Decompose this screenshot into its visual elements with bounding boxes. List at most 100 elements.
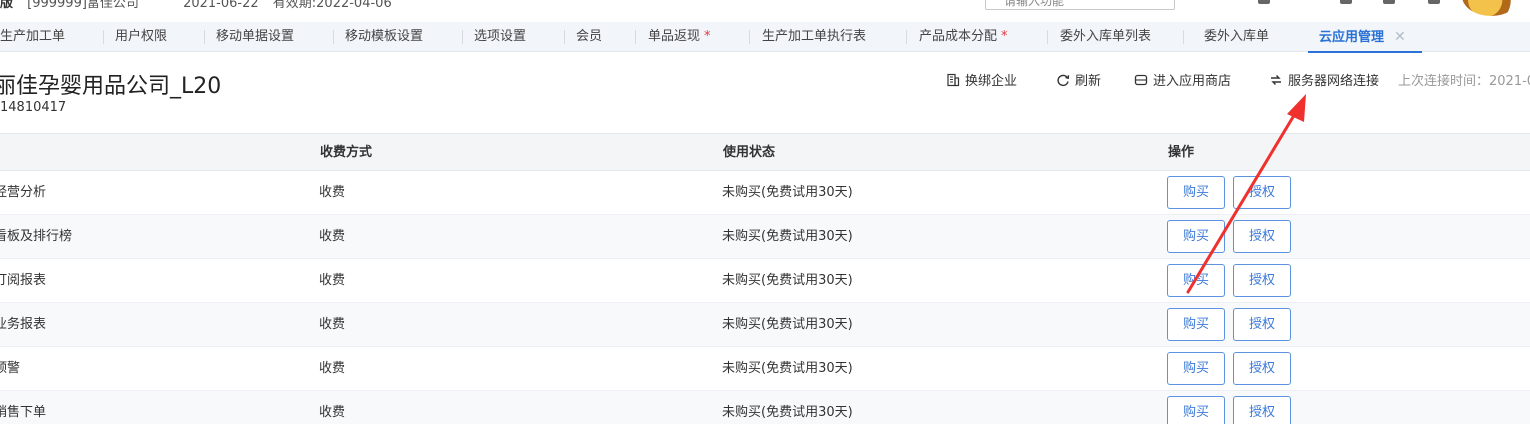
tab-cloud-app-management[interactable]: 云应用管理 ✕ bbox=[1308, 22, 1422, 53]
app-name: 预警 bbox=[0, 361, 21, 376]
tab-label: 云应用管理 bbox=[1319, 30, 1385, 45]
settings-icon[interactable] bbox=[1383, 0, 1395, 4]
app-store-label: 进入应用商店 bbox=[1153, 74, 1232, 89]
tab-label: 委外入库单 bbox=[1204, 29, 1270, 44]
fee-type: 收费 bbox=[319, 317, 346, 332]
tab-label: 会员 bbox=[576, 29, 603, 44]
top-header-strip: 版 [999999]富佳公司 2021-06-22 有效期:2022-04-06… bbox=[0, 0, 1530, 16]
store-icon bbox=[1134, 74, 1148, 85]
tab-label: 产品成本分配 bbox=[919, 29, 998, 44]
tab-separator bbox=[564, 30, 565, 44]
tab-label: 委外入库单列表 bbox=[1060, 29, 1152, 44]
last-connection-time: 上次连接时间：2021-0 bbox=[1398, 74, 1530, 89]
tab-separator bbox=[1183, 30, 1184, 44]
fee-type: 收费 bbox=[319, 273, 346, 288]
message-icon[interactable] bbox=[1340, 0, 1352, 4]
authorize-button[interactable]: 授权 bbox=[1233, 396, 1291, 424]
company-breadcrumb: [999999]富佳公司 bbox=[27, 0, 139, 11]
tab-item-cashback[interactable]: 单品返现 * bbox=[648, 22, 750, 52]
tab-production-order[interactable]: 生产加工单 bbox=[0, 22, 104, 52]
notification-icon[interactable] bbox=[1428, 0, 1440, 4]
tab-separator bbox=[333, 30, 334, 44]
fee-type: 收费 bbox=[319, 229, 346, 244]
authorize-button[interactable]: 授权 bbox=[1233, 352, 1291, 385]
tab-member[interactable]: 会员 bbox=[576, 22, 636, 52]
page-title: 丽佳孕婴用品公司_L20 bbox=[0, 74, 222, 99]
fee-type: 收费 bbox=[319, 361, 346, 376]
refresh-button[interactable]: 刷新 bbox=[1056, 70, 1101, 89]
table-row: 订阅报表 收费 未购买(免费试用30天) 购买 授权 bbox=[0, 259, 1530, 303]
tab-product-cost-allocation[interactable]: 产品成本分配 * bbox=[919, 22, 1048, 52]
tab-separator bbox=[204, 30, 205, 44]
tab-option-settings[interactable]: 选项设置 bbox=[474, 22, 565, 52]
usage-status: 未购买(免费试用30天) bbox=[722, 317, 853, 332]
tab-outsource-receipt[interactable]: 委外入库单 bbox=[1204, 22, 1306, 52]
tab-label: 移动单据设置 bbox=[216, 29, 295, 44]
refresh-label: 刷新 bbox=[1075, 74, 1102, 89]
tab-label: 用户权限 bbox=[115, 29, 168, 44]
table-row: 预警 收费 未购买(免费试用30天) 购买 授权 bbox=[0, 347, 1530, 391]
close-icon[interactable]: ✕ bbox=[1394, 29, 1406, 45]
column-usage-status: 使用状态 bbox=[723, 145, 776, 160]
app-name: 看板及排行榜 bbox=[0, 229, 73, 244]
server-connection-label: 服务器网络连接 bbox=[1288, 74, 1380, 89]
authorize-button[interactable]: 授权 bbox=[1233, 176, 1291, 209]
refresh-icon bbox=[1057, 74, 1070, 86]
tab-user-permissions[interactable]: 用户权限 bbox=[115, 22, 205, 52]
tab-label: 选项设置 bbox=[474, 29, 527, 44]
app-name: 销售下单 bbox=[0, 405, 47, 420]
server-connection-button[interactable]: 服务器网络连接 bbox=[1269, 70, 1379, 89]
buy-button[interactable]: 购买 bbox=[1167, 176, 1225, 209]
tab-mobile-template-settings[interactable]: 移动模板设置 bbox=[345, 22, 463, 52]
tab-production-execution[interactable]: 生产加工单执行表 bbox=[762, 22, 907, 52]
expire-date: 有效期:2022-04-06 bbox=[272, 0, 392, 11]
tab-separator bbox=[749, 30, 750, 44]
authorize-button[interactable]: 授权 bbox=[1233, 220, 1291, 253]
login-date: 2021-06-22 bbox=[183, 0, 259, 11]
unsaved-mark: * bbox=[1001, 29, 1008, 44]
company-code: 14810417 bbox=[0, 100, 67, 115]
column-actions: 操作 bbox=[1168, 145, 1195, 160]
unsaved-mark: * bbox=[704, 29, 711, 44]
tab-separator bbox=[103, 30, 104, 44]
edition-label: 版 bbox=[0, 0, 14, 11]
avatar[interactable] bbox=[1462, 0, 1520, 16]
tab-label: 生产加工单 bbox=[0, 29, 66, 44]
buy-button[interactable]: 购买 bbox=[1167, 264, 1225, 297]
tab-mobile-doc-settings[interactable]: 移动单据设置 bbox=[216, 22, 334, 52]
function-search-input[interactable]: 请输入功能 bbox=[985, 0, 1175, 10]
building-icon bbox=[947, 73, 960, 86]
buy-button[interactable]: 购买 bbox=[1167, 352, 1225, 385]
app-name: 业务报表 bbox=[0, 317, 47, 332]
rebind-company-button[interactable]: 换绑企业 bbox=[946, 70, 1017, 89]
usage-status: 未购买(免费试用30天) bbox=[722, 229, 853, 244]
tab-separator bbox=[462, 30, 463, 44]
column-fee-type: 收费方式 bbox=[320, 145, 373, 160]
table-row: 销售下单 收费 未购买(免费试用30天) 购买 授权 bbox=[0, 391, 1530, 424]
tab-separator bbox=[635, 30, 636, 44]
usage-status: 未购买(免费试用30天) bbox=[722, 361, 853, 376]
table-header: 收费方式 使用状态 操作 bbox=[0, 133, 1530, 171]
table-row: 业务报表 收费 未购买(免费试用30天) 购买 授权 bbox=[0, 303, 1530, 347]
tab-label: 移动模板设置 bbox=[345, 29, 424, 44]
tab-separator bbox=[906, 30, 907, 44]
app-store-button[interactable]: 进入应用商店 bbox=[1134, 70, 1231, 89]
buy-button[interactable]: 购买 bbox=[1167, 220, 1225, 253]
app-name: 订阅报表 bbox=[0, 273, 47, 288]
fee-type: 收费 bbox=[319, 405, 346, 420]
authorize-button[interactable]: 授权 bbox=[1233, 264, 1291, 297]
authorize-button[interactable]: 授权 bbox=[1233, 308, 1291, 341]
connection-icon bbox=[1271, 74, 1281, 85]
tab-outsource-receipt-list[interactable]: 委外入库单列表 bbox=[1060, 22, 1184, 52]
table-row: 看板及排行榜 收费 未购买(免费试用30天) 购买 授权 bbox=[0, 215, 1530, 259]
buy-button[interactable]: 购买 bbox=[1167, 396, 1225, 424]
usage-status: 未购买(免费试用30天) bbox=[722, 273, 853, 288]
tab-label: 单品返现 bbox=[648, 29, 701, 44]
fee-type: 收费 bbox=[319, 185, 346, 200]
home-icon[interactable] bbox=[1258, 0, 1270, 4]
tab-label: 生产加工单执行表 bbox=[762, 29, 867, 44]
app-name: 经营分析 bbox=[0, 185, 47, 200]
rebind-label: 换绑企业 bbox=[965, 74, 1018, 89]
table-row: 经营分析 收费 未购买(免费试用30天) 购买 授权 bbox=[0, 171, 1530, 215]
buy-button[interactable]: 购买 bbox=[1167, 308, 1225, 341]
